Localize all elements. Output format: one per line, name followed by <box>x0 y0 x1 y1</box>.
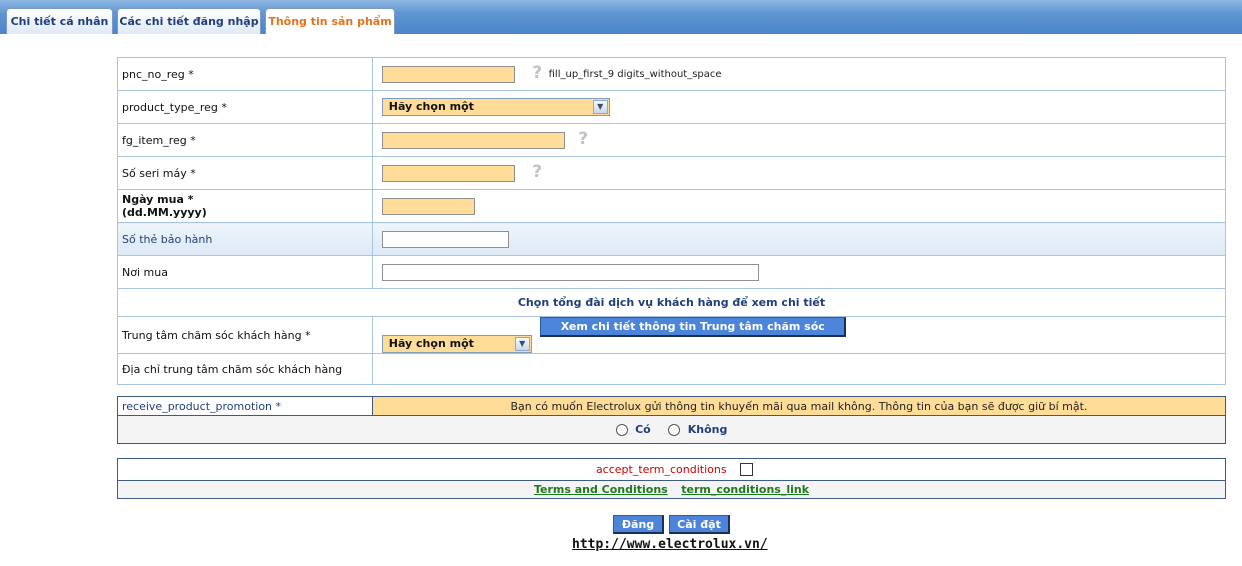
row-serial: Số seri máy * ? <box>117 156 1227 190</box>
serial-input[interactable] <box>381 164 515 182</box>
terms-table: accept_term_conditions Terms and Conditi… <box>117 458 1226 499</box>
footer-url-link[interactable]: http://www.electrolux.vn/ <box>572 537 768 552</box>
row-service-hint: Chọn tổng đài dịch vụ khách hàng để xem … <box>117 288 1226 317</box>
terms-link[interactable]: Terms and Conditions <box>534 483 668 496</box>
serial-label: Số seri máy * <box>117 156 373 190</box>
tab-personal-details[interactable]: Chi tiết cá nhân <box>6 8 113 34</box>
view-care-center-button[interactable]: Xem chi tiết thông tin Trung tâm chăm só… <box>540 317 847 350</box>
pnc-input[interactable] <box>381 65 515 83</box>
promotion-table: receive_product_promotion * Bạn có muốn … <box>117 396 1227 444</box>
warranty-label: Số thẻ bảo hành <box>117 222 373 256</box>
row-purchase-date: Ngày mua * (dd.MM.yyyy) <box>117 189 1227 223</box>
fg-item-input[interactable] <box>381 131 565 149</box>
tab-product-info[interactable]: Thông tin sản phẩm <box>265 8 395 35</box>
promotion-yes-label: Có <box>635 423 651 436</box>
help-icon[interactable]: ? <box>532 64 542 81</box>
place-input[interactable] <box>381 263 759 281</box>
pnc-label: pnc_no_reg * <box>117 57 373 91</box>
care-center-label: Trung tâm chăm sóc khách hàng * <box>117 316 373 354</box>
care-center-selected: Hãy chọn một <box>388 337 474 350</box>
care-address-value <box>371 353 1227 385</box>
purchase-date-format: (dd.MM.yyyy) <box>122 206 207 219</box>
help-icon[interactable]: ? <box>532 163 542 180</box>
promotion-text: Bạn có muốn Electrolux gửi thông tin khu… <box>371 396 1227 416</box>
product-type-select[interactable]: Hãy chọn một ▼ <box>381 98 610 116</box>
row-pnc: pnc_no_reg * ? fill_up_first_9 digits_wi… <box>117 57 1227 91</box>
accept-terms-label: accept_term_conditions <box>595 462 727 476</box>
terms-conditions-link[interactable]: term_conditions_link <box>681 483 809 496</box>
chevron-down-icon[interactable]: ▼ <box>592 100 608 114</box>
accept-terms-checkbox[interactable] <box>740 463 754 477</box>
purchase-date-label: Ngày mua * <box>122 193 194 206</box>
service-hint-text: Chọn tổng đài dịch vụ khách hàng để xem … <box>117 288 1226 317</box>
place-label: Nơi mua <box>117 255 373 289</box>
row-place: Nơi mua <box>117 255 1227 289</box>
product-type-selected: Hãy chọn một <box>388 100 474 113</box>
warranty-input[interactable] <box>381 230 509 248</box>
help-icon[interactable]: ? <box>578 130 588 147</box>
row-fg-item: fg_item_reg * ? <box>117 123 1227 157</box>
row-care-center: Trung tâm chăm sóc khách hàng * Hãy chọn… <box>117 316 1227 354</box>
reset-button[interactable]: Cài đặt lại <box>669 515 730 548</box>
purchase-date-input[interactable] <box>381 197 475 215</box>
promotion-label: receive_product_promotion * <box>117 396 373 416</box>
care-center-select[interactable]: Hãy chọn một ▼ <box>381 335 532 353</box>
register-button[interactable]: Đăng ký <box>613 515 664 548</box>
promotion-no-label: Không <box>687 423 728 436</box>
product-type-label: product_type_reg * <box>117 90 373 124</box>
row-warranty: Số thẻ bảo hành <box>117 222 1227 256</box>
chevron-down-icon[interactable]: ▼ <box>514 337 530 351</box>
row-product-type: product_type_reg * Hãy chọn một ▼ <box>117 90 1227 124</box>
promotion-no-radio[interactable] <box>668 424 681 436</box>
row-care-address: Địa chỉ trung tâm chăm sóc khách hàng <box>117 353 1227 385</box>
promotion-yes-radio[interactable] <box>615 424 628 436</box>
product-form-table: pnc_no_reg * ? fill_up_first_9 digits_wi… <box>117 57 1227 385</box>
care-address-label: Địa chỉ trung tâm chăm sóc khách hàng <box>117 353 373 385</box>
tab-login-details[interactable]: Các chi tiết đăng nhập <box>117 8 261 34</box>
fg-item-label: fg_item_reg * <box>117 123 373 157</box>
pnc-hint: fill_up_first_9 digits_without_space <box>548 69 722 80</box>
